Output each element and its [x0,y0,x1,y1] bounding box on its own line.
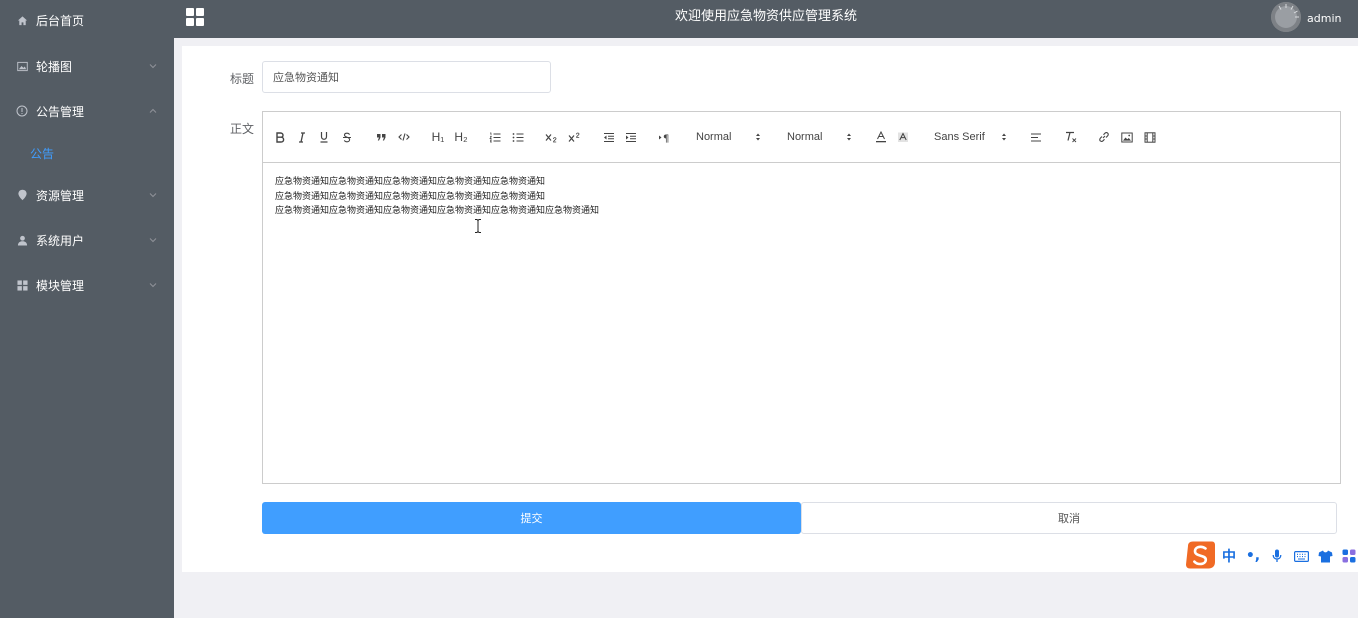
username[interactable]: admin [1307,12,1341,25]
sidebar-item-module-management[interactable]: 模块管理 [0,273,174,297]
avatar[interactable] [1271,2,1301,32]
text-cursor-icon [475,219,481,233]
sidebar-item-label: 后台首页 [36,13,85,28]
align-button[interactable] [1029,129,1043,145]
chevron-down-icon [149,193,157,198]
bold-button[interactable] [274,129,286,145]
italic-button[interactable] [296,129,308,145]
chevron-up-icon [149,108,157,113]
ime-punctuation-toggle[interactable]: •, [1245,547,1261,565]
user-icon [16,234,28,246]
sidebar-item-label: 轮播图 [36,59,73,74]
background-color-button[interactable] [896,129,910,145]
video-icon[interactable] [1143,129,1157,145]
rich-text-editor: H₁ H₂ ¶ Normal Normal Sans Serif 应急物资通知应… [262,111,1341,484]
indent-button[interactable] [624,129,638,145]
strikethrough-button[interactable] [341,129,353,145]
sidebar-item-notice-management[interactable]: 公告管理 [0,99,174,123]
editor-line: 应急物资通知应急物资通知应急物资通知应急物资通知应急物资通知 [275,177,546,187]
select-arrows-icon [1002,133,1006,141]
sidebar-item-label: 资源管理 [36,188,85,203]
sidebar-subitem-label: 公告 [30,146,55,161]
header-select-value: Normal [696,131,732,143]
chevron-down-icon [149,283,157,288]
sidebar-item-carousel[interactable]: 轮播图 [0,54,174,78]
sidebar-subitem-notice[interactable]: 公告 [0,141,174,165]
keyboard-icon[interactable] [1293,547,1309,565]
title-label: 标题 [230,72,255,86]
outdent-button[interactable] [602,129,616,145]
menu-toggle-icon[interactable] [186,8,204,26]
submit-button[interactable]: 提交 [262,502,801,534]
select-arrows-icon [847,133,851,141]
info-icon [16,105,28,117]
body-label: 正文 [230,122,255,136]
sogou-logo-icon[interactable] [1184,540,1216,570]
link-icon[interactable] [1097,129,1111,145]
code-block-button[interactable] [397,129,411,145]
heading1-button[interactable]: H₁ [430,129,446,145]
page-title: 欢迎使用应急物资供应管理系统 [674,9,857,24]
editor-toolbar: H₁ H₂ ¶ Normal Normal Sans Serif [263,112,1340,163]
editor-line: 应急物资通知应急物资通知应急物资通知应急物资通知应急物资通知 [275,191,546,202]
sidebar-item-label: 模块管理 [36,278,85,293]
picture-icon [16,60,28,72]
cancel-button[interactable]: 取消 [801,502,1337,534]
subscript-button[interactable] [544,129,559,145]
editor-line: 应急物资通知应急物资通知应急物资通知应急物资通知应急物资通知应急物资通知 [275,206,600,216]
image-icon[interactable] [1120,129,1134,145]
font-family-select[interactable]: Sans Serif [934,129,1014,145]
ime-language-toggle[interactable]: 中 [1221,547,1237,565]
ime-toolbar: 中 •, [1184,540,1358,572]
font-color-button[interactable] [874,129,888,145]
blockquote-button[interactable] [375,129,388,145]
sidebar-item-system-users[interactable]: 系统用户 [0,228,174,252]
clear-format-button[interactable] [1063,129,1079,145]
home-icon [16,14,28,26]
skin-icon[interactable] [1317,547,1333,565]
superscript-button[interactable] [567,129,582,145]
underline-button[interactable] [318,129,330,145]
chevron-down-icon [149,64,157,69]
heading2-button[interactable]: H₂ [453,129,469,145]
header-select[interactable]: Normal [696,129,766,145]
font-family-select-value: Sans Serif [934,131,985,143]
editor-content[interactable]: 应急物资通知应急物资通知应急物资通知应急物资通知应急物资通知 应急物资通知应急物… [275,175,1325,219]
size-select-value: Normal [787,131,823,143]
sidebar-item-resource-management[interactable]: 资源管理 [0,183,174,207]
sidebar-item-label: 公告管理 [36,104,85,119]
bullet-list-button[interactable] [511,129,525,145]
svg-text:¶: ¶ [663,133,669,143]
apps-icon[interactable] [1341,547,1357,565]
select-arrows-icon [756,133,760,141]
top-header: 欢迎使用应急物资供应管理系统 admin [174,0,1358,38]
text-direction-button[interactable]: ¶ [657,129,673,145]
title-input[interactable] [262,61,551,93]
chevron-down-icon [149,238,157,243]
grid-icon [16,279,28,291]
size-select[interactable]: Normal [787,129,857,145]
sidebar-item-home[interactable]: 后台首页 [0,8,174,32]
sidebar: 后台首页 轮播图 公告管理 公告 资源管理 系统用户 模块管理 [0,0,174,618]
microphone-icon[interactable] [1270,547,1284,565]
sidebar-item-label: 系统用户 [36,233,85,248]
location-icon [16,189,28,201]
ordered-list-button[interactable] [488,129,502,145]
